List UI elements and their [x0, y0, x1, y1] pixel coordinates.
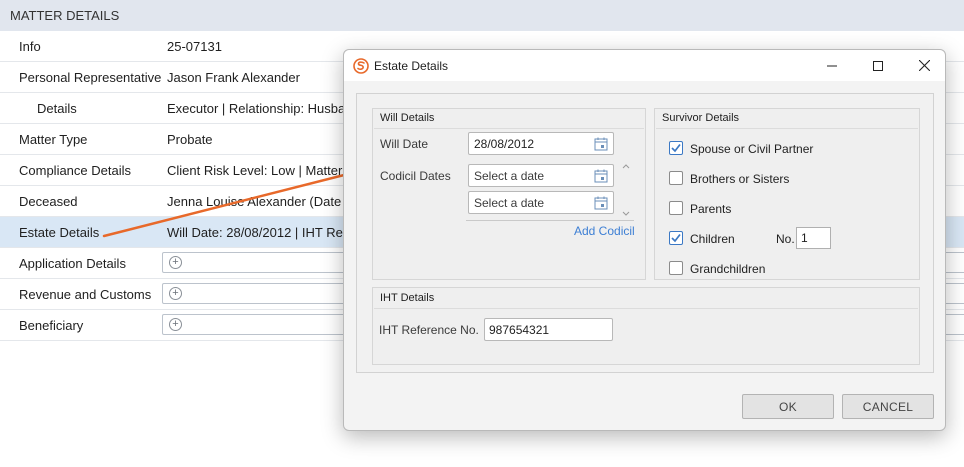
spouse-checkbox[interactable] [669, 141, 683, 155]
children-count-input[interactable]: 1 [796, 227, 831, 249]
cancel-button[interactable]: CANCEL [842, 394, 934, 419]
app-logo-icon [353, 58, 369, 74]
add-circle-icon[interactable]: + [169, 287, 182, 300]
children-checkbox[interactable] [669, 231, 683, 245]
parents-label: Parents [690, 202, 732, 216]
row-label: Personal Representative [19, 69, 162, 85]
matter-details-header: MATTER DETAILS [0, 0, 964, 31]
add-circle-icon[interactable]: + [169, 318, 182, 331]
row-value: 25-07131 [167, 38, 222, 54]
row-label: Compliance Details [19, 162, 131, 178]
calendar-icon[interactable] [594, 169, 608, 183]
ok-button[interactable]: OK [742, 394, 834, 419]
calendar-icon[interactable] [594, 137, 608, 151]
panel-title: MATTER DETAILS [10, 8, 120, 23]
codicil-date-placeholder: Select a date [474, 169, 545, 183]
iht-reference-label: IHT Reference No. [379, 323, 479, 337]
add-codicil-link[interactable]: Add Codicil [574, 224, 635, 238]
iht-reference-value: 987654321 [489, 323, 550, 337]
row-label: Info [19, 38, 41, 54]
children-label: Children [690, 232, 735, 246]
checkmark-icon [671, 233, 681, 243]
group-title: IHT Details [380, 292, 435, 304]
will-date-picker[interactable]: 28/08/2012 [468, 132, 614, 155]
siblings-checkbox[interactable] [669, 171, 683, 185]
iht-reference-input[interactable]: 987654321 [484, 318, 613, 341]
will-date-value: 28/08/2012 [474, 137, 535, 151]
will-details-group: Will Details Will Date 28/08/2012 Codici… [372, 108, 646, 280]
children-count-value: 1 [801, 231, 808, 245]
close-icon [918, 60, 930, 71]
parents-checkbox[interactable] [669, 201, 683, 215]
maximize-icon [873, 60, 883, 71]
row-value: Client Risk Level: Low | Matter I [167, 162, 350, 178]
row-value: Executor | Relationship: Husbar [167, 100, 350, 116]
calendar-icon[interactable] [594, 196, 608, 210]
codicil-scrollbar[interactable] [620, 161, 632, 219]
estate-details-dialog: Estate Details Will Details Will Date 28… [343, 49, 946, 431]
group-title: Will Details [380, 112, 435, 124]
row-value: Jenna Louise Alexander (Date o [167, 193, 353, 209]
row-label: Details [37, 100, 77, 116]
row-value: Probate [167, 131, 213, 147]
row-label: Application Details [19, 255, 126, 271]
minimize-button[interactable] [809, 50, 855, 81]
iht-details-group: IHT Details IHT Reference No. 987654321 [372, 287, 920, 365]
maximize-button[interactable] [855, 50, 901, 81]
dialog-title: Estate Details [374, 59, 449, 73]
row-label: Matter Type [19, 131, 88, 147]
children-number-label: No. [776, 232, 795, 246]
codicil-date-picker-1[interactable]: Select a date [468, 164, 614, 187]
dialog-body: Will Details Will Date 28/08/2012 Codici… [356, 93, 934, 373]
codicil-dates-label: Codicil Dates [380, 169, 451, 183]
checkmark-icon [671, 143, 681, 153]
codicil-date-picker-2[interactable]: Select a date [468, 191, 614, 214]
add-circle-icon[interactable]: + [169, 256, 182, 269]
dialog-titlebar[interactable]: Estate Details [344, 50, 945, 81]
minimize-icon [827, 65, 837, 66]
siblings-label: Brothers or Sisters [690, 172, 790, 186]
group-title: Survivor Details [662, 112, 740, 124]
codicil-date-placeholder: Select a date [474, 196, 545, 210]
spouse-label: Spouse or Civil Partner [690, 142, 814, 156]
row-label: Estate Details [19, 224, 100, 240]
row-label: Revenue and Customs [19, 286, 152, 302]
will-date-label: Will Date [380, 137, 429, 151]
row-label: Deceased [19, 193, 78, 209]
grandchildren-checkbox[interactable] [669, 261, 683, 275]
grandchildren-label: Grandchildren [690, 262, 766, 276]
close-button[interactable] [901, 50, 947, 81]
row-label: Beneficiary [19, 317, 84, 333]
row-value: Will Date: 28/08/2012 | IHT Ref [167, 224, 347, 240]
survivor-details-group: Survivor Details Spouse or Civil Partner… [654, 108, 920, 280]
row-value: Jason Frank Alexander [167, 69, 300, 85]
